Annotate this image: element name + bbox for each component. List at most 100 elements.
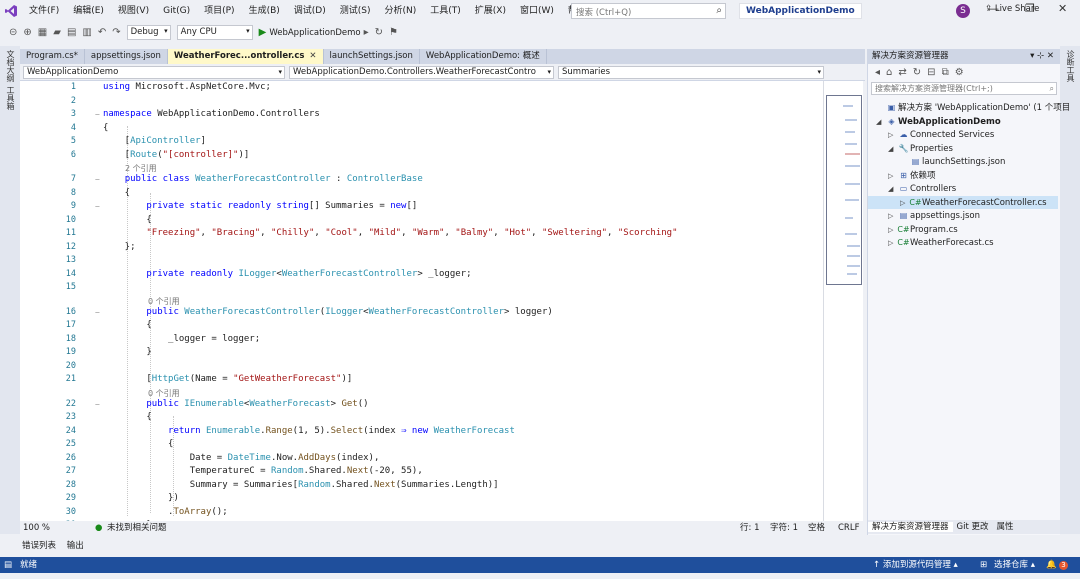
expand-icon[interactable]: ▷ [888,129,897,143]
tab-document[interactable]: WebApplicationDemo: 概述 [420,49,547,64]
back-icon[interactable]: ◂ [875,67,880,78]
tree-item[interactable]: ▷ C#Program.cs [868,223,958,237]
project-dropdown[interactable]: WebApplicationDemo ▾ [23,66,285,79]
menu-item[interactable]: 窗口(W) [513,0,561,22]
class-dropdown[interactable]: WebApplicationDemo.Controllers.WeatherFo… [289,66,554,79]
add-source-control-button[interactable]: ↑ 添加到源代码管理 ▴ [873,557,958,573]
tab-panel[interactable]: Git 更改 [953,522,993,532]
menu-item[interactable]: 编辑(E) [66,0,111,22]
tab-document[interactable]: appsettings.json [85,49,168,64]
expand-icon[interactable]: ▷ [900,197,909,211]
notifications-icon[interactable]: 🔔 [1046,557,1057,573]
chevron-down-icon: ▾ [817,68,821,76]
properties-icon[interactable]: ⚙ [955,67,964,78]
zoom-level[interactable]: 100 % [23,521,50,535]
open-file-icon[interactable]: ▰ [53,27,61,38]
save-icon[interactable]: ▤ [67,27,76,38]
line-ending[interactable]: CRLF [838,521,859,535]
expand-icon[interactable]: ◢ [888,143,897,157]
tree-item[interactable]: ▣ 解决方案 'WebApplicationDemo' (1 个项目 [868,101,1071,115]
menu-item[interactable]: 文件(F) [22,0,66,22]
tree-item[interactable]: ▷ ⊞ 依赖项 [868,169,936,183]
hot-reload-icon[interactable]: ↻ [375,27,383,38]
whitespace-mode[interactable]: 空格 [808,521,825,535]
expand-icon[interactable]: ▷ [888,210,897,224]
issues-status[interactable]: 未找到相关问题 [107,521,167,535]
forward-icon[interactable]: ⊕ [23,27,31,38]
diagnostics-tab[interactable]: 诊断工具 [1065,50,1076,82]
member-dropdown[interactable]: Summaries ▾ [558,66,824,79]
live-share-button[interactable]: ⇪ Live Share [985,4,1039,14]
menu-item[interactable]: 工具(T) [423,0,468,22]
tree-item[interactable]: ◢ ◈ WebApplicationDemo [868,115,1001,129]
menu-item[interactable]: 生成(B) [242,0,287,22]
tree-item-label: WeatherForecastController.cs [922,197,1047,208]
solution-search-input[interactable]: 搜索解决方案资源管理器(Ctrl+;) ⌕ [871,82,1057,95]
code-lens-reference[interactable]: 2 个引用 [20,162,823,173]
code-lens-reference[interactable]: 0 个引用 [20,295,823,306]
undo-icon[interactable]: ↶ [98,27,106,38]
tab-error-list[interactable]: 错误列表 [22,541,56,551]
fold-toggle-icon[interactable]: − [95,398,100,412]
scroll-map[interactable] [823,81,863,521]
fold-toggle-icon[interactable]: − [95,200,100,214]
show-all-icon[interactable]: ⧉ [942,67,949,78]
tab-document[interactable]: Program.cs* [20,49,85,64]
close-icon[interactable]: ✕ [1058,2,1067,15]
tree-item[interactable]: ▷ ▤ appsettings.json [868,209,980,223]
tree-item[interactable]: ▷ C#WeatherForecastController.cs [868,195,1058,211]
select-repo-button[interactable]: 选择仓库 ▴ [994,557,1035,573]
sync-icon[interactable]: ⇄ [898,67,906,78]
scroll-map-viewport[interactable] [826,95,862,285]
fold-toggle-icon[interactable]: − [95,306,100,320]
fold-toggle-icon[interactable]: − [95,108,100,122]
refresh-icon[interactable]: ↻ [913,67,921,78]
pin-icon[interactable]: ▾ ⊹ ✕ [1030,49,1054,64]
expand-icon[interactable]: ▷ [888,170,897,184]
tab-document[interactable]: launchSettings.json [324,49,420,64]
menu-item[interactable]: 项目(P) [197,0,241,22]
run-target-button[interactable]: WebApplicationDemo [269,28,360,38]
bookmark-icon[interactable]: ⚑ [389,27,398,38]
code-editor[interactable]: 1 using Microsoft.AspNetCore.Mvc; 2 3− names… [20,81,823,521]
close-tab-icon[interactable]: ✕ [309,51,316,61]
tab-panel[interactable]: 属性 [993,522,1018,532]
config-select[interactable]: Debug ▾ [126,25,171,40]
tree-item[interactable]: ▷ C#WeatherForecast.cs [868,236,994,250]
new-item-icon[interactable]: ▦ [38,27,47,38]
avatar[interactable]: S [956,4,970,18]
tree-item[interactable]: ▷ ☁ Connected Services [868,128,994,142]
toolbox-tab[interactable]: 工具箱 [5,86,16,110]
menu-item[interactable]: 调试(D) [287,0,333,22]
expand-icon[interactable]: ◢ [888,183,897,197]
save-all-icon[interactable]: ▥ [82,27,91,38]
menu-item[interactable]: 扩展(X) [468,0,513,22]
back-icon[interactable]: ⊝ [9,27,17,38]
expand-icon[interactable]: ◢ [876,116,885,130]
platform-select[interactable]: Any CPU ▾ [176,25,253,40]
tab-output[interactable]: 输出 [67,541,84,551]
line-number: 30 [65,506,76,517]
fold-toggle-icon[interactable]: − [95,173,100,187]
code-line: 5 [ApiController] [20,135,823,149]
home-icon[interactable]: ⌂ [886,67,892,78]
menu-item[interactable]: 视图(V) [111,0,156,22]
doc-outline-tab[interactable]: 文档大纲 [5,50,16,82]
search-input[interactable]: 搜索 (Ctrl+Q) ⌕ [571,3,726,19]
tree-item[interactable]: ◢ 🔧 Properties [868,142,953,156]
run-icon[interactable]: ▶ [259,27,267,38]
tree-item[interactable]: ▤ launchSettings.json [868,155,1006,169]
tab-panel[interactable]: 解决方案资源管理器 [868,522,953,532]
menu-item[interactable]: Git(G) [156,0,197,22]
collapse-icon[interactable]: ⊟ [927,67,935,78]
menu-item[interactable]: 测试(S) [333,0,378,22]
menu-item[interactable]: 分析(N) [377,0,423,22]
expand-icon[interactable]: ▷ [888,224,897,238]
tab-document[interactable]: WeatherForec...ontroller.cs ✕ [167,49,324,64]
tree-item[interactable]: ◢ ▭ Controllers [868,182,956,196]
line-number: 25 [65,439,76,449]
run-dropdown-icon[interactable]: ▸ [364,27,369,38]
expand-icon[interactable]: ▷ [888,237,897,251]
redo-icon[interactable]: ↷ [112,27,120,38]
code-lens-reference[interactable]: 0 个引用 [20,387,823,398]
